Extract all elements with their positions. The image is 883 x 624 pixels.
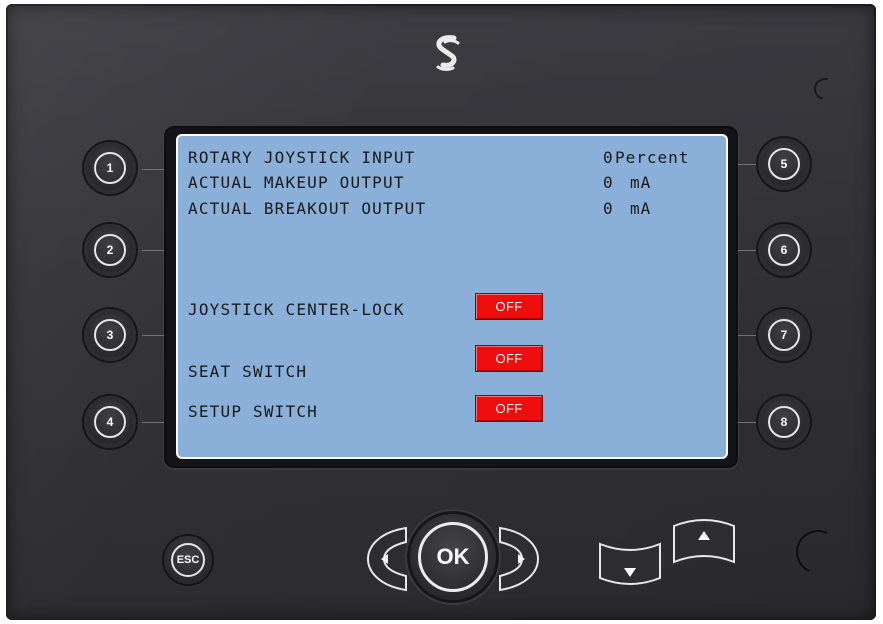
esc-button[interactable]: ESC [164,536,212,584]
softkey-leader [142,335,166,336]
softkey-leader [736,335,760,336]
ok-button[interactable]: OK [410,514,496,600]
nav-left-button[interactable] [358,524,412,594]
softkey-2[interactable]: 2 [84,224,136,276]
line-label-actual-breakout-output: ACTUAL BREAKOUT OUTPUT [188,199,427,218]
nav-up-button[interactable] [670,518,738,576]
softkey-5[interactable]: 5 [758,138,810,190]
softkey-leader [736,422,760,423]
softkey-4[interactable]: 4 [84,396,136,448]
softkey-leader [142,250,166,251]
softkey-7[interactable]: 7 [758,309,810,361]
softkey-8[interactable]: 8 [758,396,810,448]
softkey-3[interactable]: 3 [84,309,136,361]
indicator-setup-switch: OFF [475,395,543,422]
softkey-leader [736,164,760,165]
nav-down-button[interactable] [596,534,664,592]
nav-right-button[interactable] [494,524,548,594]
line-label-rotary-joystick-input: ROTARY JOYSTICK INPUT [188,148,416,167]
softkey-1[interactable]: 1 [84,142,136,194]
line-unit-actual-breakout-output: mA [630,199,652,218]
indicator-label-seat-switch: SEAT SWITCH [188,362,308,381]
indicator-label-setup-switch: SETUP SWITCH [188,402,318,421]
line-value-actual-breakout-output: 0 [603,199,614,218]
lcd-screen: ROTARY JOYSTICK INPUT 0 Percent ACTUAL M… [176,134,728,459]
line-unit-rotary-joystick-input: Percent [615,148,690,167]
indicator-seat-switch: OFF [475,345,543,372]
s-brand-logo-icon [436,35,460,71]
line-value-rotary-joystick-input: 0 [603,148,614,167]
line-value-actual-makeup-output: 0 [603,173,614,192]
indicator-label-joystick-center-lock: JOYSTICK CENTER-LOCK [188,300,405,319]
line-label-actual-makeup-output: ACTUAL MAKEUP OUTPUT [188,173,405,192]
display-device: 1 2 3 4 5 6 7 8 ROTARY JOYSTICK INPUT 0 … [6,4,876,620]
softkey-leader [736,250,760,251]
indicator-joystick-center-lock: OFF [475,293,543,320]
indicator-hole-top [809,73,841,105]
softkey-6[interactable]: 6 [758,224,810,276]
softkey-leader [142,422,166,423]
softkey-leader [142,169,166,170]
line-unit-actual-makeup-output: mA [630,173,652,192]
indicator-hole-bottom [789,523,847,581]
